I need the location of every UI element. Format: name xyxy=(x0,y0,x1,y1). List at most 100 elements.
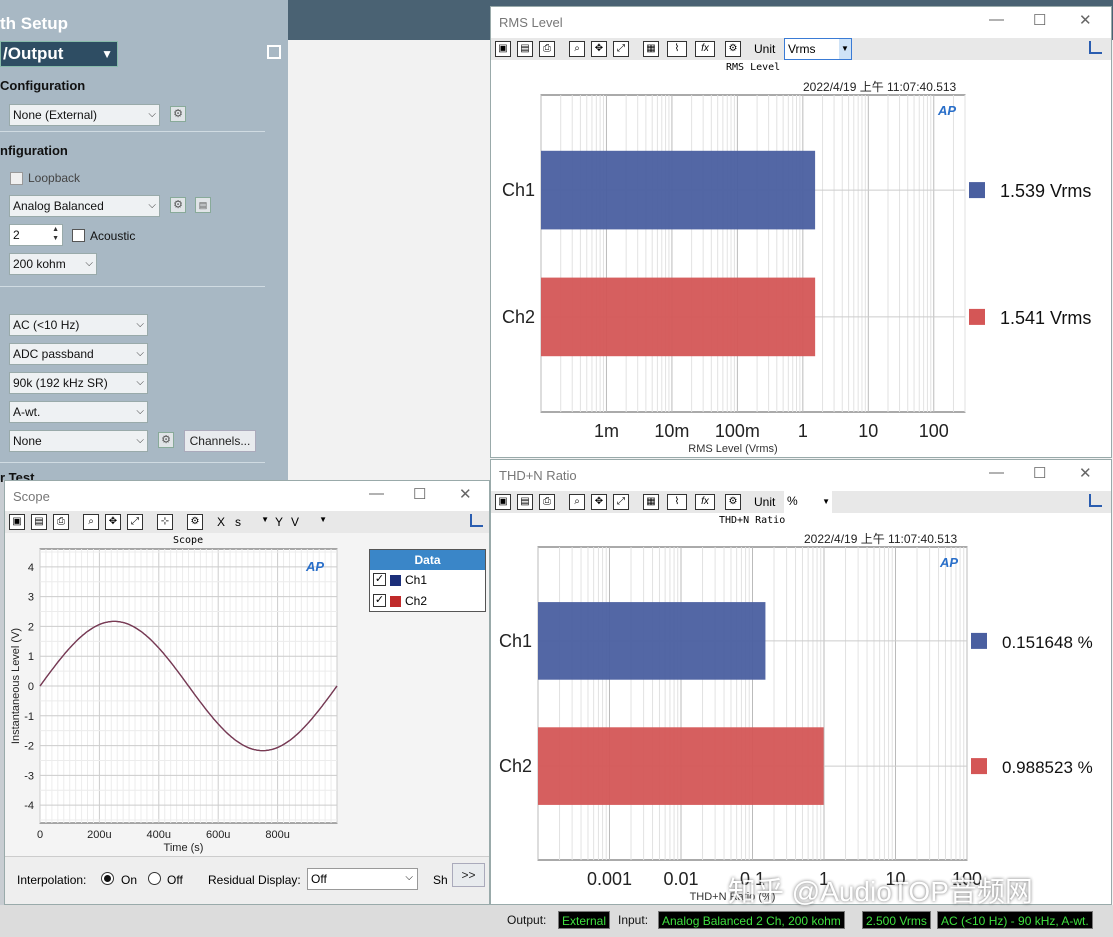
cursor-icon[interactable]: ⊹ xyxy=(157,514,173,530)
loopback-checkbox[interactable] xyxy=(10,172,23,185)
gear-icon[interactable]: ⚙ xyxy=(158,432,174,448)
channel-count-value: 2 xyxy=(13,228,20,242)
maximize-icon[interactable]: ☐ xyxy=(413,485,426,503)
residual-display-label: Residual Display: xyxy=(208,873,301,887)
gear-icon[interactable]: ⚙ xyxy=(725,41,741,57)
channels-button[interactable]: Channels... xyxy=(184,430,256,452)
io-selector[interactable]: /Output ▼ xyxy=(0,41,118,67)
filter-select[interactable]: None ⌵ xyxy=(9,430,148,452)
fit-icon[interactable]: ⤢ xyxy=(613,41,629,57)
close-icon[interactable]: ✕ xyxy=(1079,11,1092,29)
close-icon[interactable]: ✕ xyxy=(1079,464,1092,482)
acoustic-checkbox[interactable] xyxy=(72,229,85,242)
impedance-select[interactable]: 200 kohm ⌵ xyxy=(9,253,97,275)
pan-icon[interactable]: ✥ xyxy=(591,494,607,510)
fit-icon[interactable]: ⤢ xyxy=(613,494,629,510)
zoom-icon[interactable]: ⌕ xyxy=(83,514,99,530)
legend-label: Ch1 xyxy=(405,573,428,587)
table-icon[interactable]: ▤ xyxy=(195,197,211,213)
passband-select[interactable]: ADC passband ⌵ xyxy=(9,343,148,365)
residual-display-select[interactable]: Off ⌵ xyxy=(307,868,418,890)
connector-select[interactable]: Analog Balanced ⌵ xyxy=(9,195,160,217)
weighting-select[interactable]: A-wt. ⌵ xyxy=(9,401,148,423)
filter-value[interactable]: AC (<10 Hz) - 90 kHz, A-wt. xyxy=(937,911,1093,929)
fit-icon[interactable]: ⤢ xyxy=(127,514,143,530)
pan-icon[interactable]: ✥ xyxy=(591,41,607,57)
window-titlebar[interactable]: THD+N Ratio — ☐ ✕ xyxy=(491,460,1111,490)
dock-icon[interactable] xyxy=(1089,494,1102,507)
dock-icon[interactable] xyxy=(470,514,483,527)
table-icon[interactable]: ▦ xyxy=(643,41,659,57)
graph-options-icon[interactable]: ⌇ xyxy=(667,494,687,510)
unit-select[interactable]: Vrms ▼ xyxy=(784,38,852,60)
gear-icon[interactable]: ⚙ xyxy=(725,494,741,510)
pan-icon[interactable]: ✥ xyxy=(105,514,121,530)
x-tick-label: 0 xyxy=(37,829,43,841)
minimize-icon[interactable]: — xyxy=(989,11,1004,28)
range-value[interactable]: 2.500 Vrms xyxy=(862,911,931,929)
interpolation-label: Interpolation: xyxy=(17,873,87,887)
save-icon[interactable]: ▣ xyxy=(9,514,25,530)
coupling-select[interactable]: AC (<10 Hz) ⌵ xyxy=(9,314,148,336)
loopback-label: Loopback xyxy=(28,171,81,185)
filter-select-value: None xyxy=(13,434,42,448)
more-button[interactable]: >> xyxy=(452,863,485,887)
checkbox-checked-icon[interactable]: ✓ xyxy=(373,594,386,607)
function-icon[interactable]: fx xyxy=(695,41,715,57)
minimize-icon[interactable]: — xyxy=(369,485,384,502)
thdn-ratio-window: THD+N Ratio — ☐ ✕ ▣ ▤ ⎙ ⌕ ✥ ⤢ ▦ ⌇ fx ⚙ U… xyxy=(490,459,1112,905)
chevron-down-icon: ⌵ xyxy=(136,435,144,446)
copy-icon[interactable]: ▤ xyxy=(31,514,47,530)
x-tick-label: 600u xyxy=(206,829,230,841)
table-icon[interactable]: ▦ xyxy=(643,494,659,510)
rms-level-window: RMS Level — ☐ ✕ ▣ ▤ ⎙ ⌕ ✥ ⤢ ▦ ⌇ fx ⚙ Uni… xyxy=(490,6,1112,458)
y-unit-select[interactable]: V ▼ xyxy=(289,511,329,533)
sh-label: Sh xyxy=(433,873,448,887)
plot-area xyxy=(540,94,966,413)
window-title: THD+N Ratio xyxy=(499,468,577,483)
chevron-down-icon: ⌵ xyxy=(148,109,156,120)
copy-icon[interactable]: ▤ xyxy=(517,494,533,510)
window-titlebar[interactable]: Scope — ☐ ✕ xyxy=(5,481,489,511)
interpolation-off-radio[interactable] xyxy=(148,872,161,885)
close-icon[interactable]: ✕ xyxy=(459,485,472,503)
channel-count-stepper[interactable]: 2 ▲ ▼ xyxy=(9,224,63,246)
gear-icon[interactable]: ⚙ xyxy=(170,106,186,122)
dock-icon[interactable] xyxy=(1089,41,1102,54)
graph-options-icon[interactable]: ⌇ xyxy=(667,41,687,57)
chevron-down-icon: ▼ xyxy=(319,515,327,524)
interpolation-on-radio[interactable] xyxy=(101,872,114,885)
generator-select[interactable]: None (External) ⌵ xyxy=(9,104,160,126)
x-unit-select[interactable]: s ▼ xyxy=(233,511,271,533)
gear-icon[interactable]: ⚙ xyxy=(187,514,203,530)
bar-ch1 xyxy=(541,150,816,230)
unit-select[interactable]: % ▼ xyxy=(784,491,832,513)
category-label: Ch2 xyxy=(499,756,532,776)
zoom-icon[interactable]: ⌕ xyxy=(569,494,585,510)
maximize-icon[interactable]: ☐ xyxy=(1033,11,1046,29)
category-label: Ch2 xyxy=(502,307,535,327)
popout-icon[interactable] xyxy=(267,45,281,59)
output-value[interactable]: External xyxy=(558,911,611,929)
bandwidth-select[interactable]: 90k (192 kHz SR) ⌵ xyxy=(9,372,148,394)
copy-icon[interactable]: ▤ xyxy=(517,41,533,57)
save-icon[interactable]: ▣ xyxy=(495,494,511,510)
maximize-icon[interactable]: ☐ xyxy=(1033,464,1046,482)
divider xyxy=(0,131,265,132)
chevron-down-icon: ⌵ xyxy=(136,377,144,388)
legend-item-ch2[interactable]: ✓ Ch2 xyxy=(370,591,485,612)
input-value[interactable]: Analog Balanced 2 Ch, 200 kohm xyxy=(658,911,845,929)
gear-icon[interactable]: ⚙ xyxy=(170,197,186,213)
function-icon[interactable]: fx xyxy=(695,494,715,510)
print-icon[interactable]: ⎙ xyxy=(539,494,555,510)
save-icon[interactable]: ▣ xyxy=(495,41,511,57)
x-tick-label: 0.01 xyxy=(663,869,698,889)
window-titlebar[interactable]: RMS Level — ☐ ✕ xyxy=(491,7,1111,37)
zoom-icon[interactable]: ⌕ xyxy=(569,41,585,57)
print-icon[interactable]: ⎙ xyxy=(539,41,555,57)
y-axis-label: Y xyxy=(275,515,284,529)
legend-item-ch1[interactable]: ✓ Ch1 xyxy=(370,570,485,591)
print-icon[interactable]: ⎙ xyxy=(53,514,69,530)
minimize-icon[interactable]: — xyxy=(989,464,1004,481)
checkbox-checked-icon[interactable]: ✓ xyxy=(373,573,386,586)
